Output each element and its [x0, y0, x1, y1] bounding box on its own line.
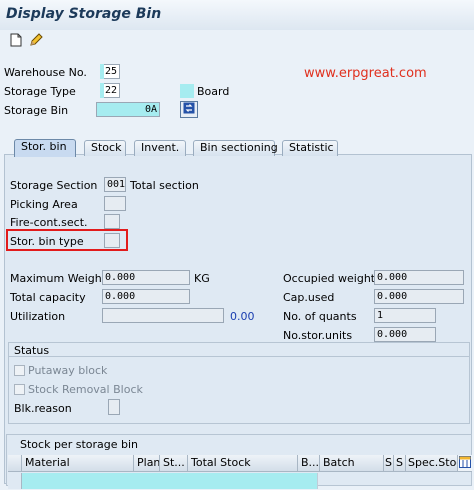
utilization-bar — [102, 308, 224, 323]
stock-grid-title: Stock per storage bin — [20, 438, 139, 451]
utilization-value: 0.00 — [230, 310, 255, 323]
storage-type-desc-swatch — [180, 84, 194, 98]
max-weight-label: Maximum Weight — [10, 272, 107, 285]
column-header-s1[interactable]: S — [384, 455, 394, 472]
storage-section-field: 001 — [104, 177, 126, 192]
tab-invent[interactable]: Invent. — [134, 140, 186, 156]
utilization-label: Utilization — [10, 310, 66, 323]
new-document-icon — [10, 33, 22, 50]
column-header-b[interactable]: B... — [298, 455, 320, 472]
occupied-weight-field: 0.000 — [374, 270, 464, 285]
navigate-button[interactable] — [180, 101, 198, 118]
picking-area-label: Picking Area — [10, 198, 78, 211]
row-selector-header[interactable] — [8, 455, 22, 472]
watermark-text: www.erpgreat.com — [304, 66, 427, 81]
tab-stor-bin[interactable]: Stor. bin — [14, 139, 76, 157]
blk-reason-field — [108, 399, 120, 415]
status-title: Status — [14, 344, 50, 357]
storage-type-field-marker — [100, 83, 104, 98]
column-header-s2[interactable]: S — [394, 455, 406, 472]
fire-cont-sect-label: Fire-cont.sect. — [10, 216, 88, 229]
new-document-button[interactable] — [8, 33, 24, 49]
max-weight-unit: KG — [194, 272, 210, 285]
num-quants-field: 1 — [374, 308, 436, 323]
putaway-block-checkbox[interactable] — [14, 365, 25, 376]
column-header-storage-location[interactable]: St... — [160, 455, 188, 472]
application-toolbar — [0, 30, 474, 54]
pencil-icon — [29, 32, 43, 50]
column-settings-button[interactable] — [458, 455, 472, 472]
highlight-box — [6, 229, 128, 251]
storage-section-label: Storage Section — [10, 179, 98, 192]
cap-used-field: 0.000 — [374, 289, 464, 304]
column-header-spec-stock[interactable]: Spec.Stock — [406, 455, 458, 472]
blk-reason-label: Blk.reason — [14, 402, 72, 415]
putaway-block-label: Putaway block — [28, 364, 108, 377]
stock-removal-block-label: Stock Removal Block — [28, 383, 143, 396]
fire-cont-sect-field — [104, 214, 120, 229]
page-title: Display Storage Bin — [6, 6, 162, 22]
num-stor-units-field: 0.000 — [374, 327, 436, 342]
table-settings-icon — [459, 455, 471, 471]
occupied-weight-label: Occupied weight — [283, 272, 376, 285]
total-capacity-field: 0.000 — [102, 289, 190, 304]
tab-statistic[interactable]: Statistic — [282, 140, 338, 156]
column-header-total-stock[interactable]: Total Stock — [188, 455, 298, 472]
column-header-plant[interactable]: Plant — [134, 455, 160, 472]
num-quants-label: No. of quants — [283, 310, 357, 323]
warehouse-field-marker — [100, 64, 104, 79]
storage-section-description: Total section — [130, 179, 199, 192]
storage-type-label: Storage Type — [4, 85, 76, 98]
total-capacity-label: Total capacity — [10, 291, 86, 304]
storage-bin-label: Storage Bin — [4, 104, 69, 117]
status-group-header — [8, 342, 470, 357]
edit-button[interactable] — [28, 32, 44, 50]
storage-bin-field[interactable]: 0A — [96, 102, 160, 117]
column-header-batch[interactable]: Batch — [320, 455, 384, 472]
cap-used-label: Cap.used — [283, 291, 335, 304]
picking-area-field — [104, 196, 126, 211]
tab-stock[interactable]: Stock — [84, 140, 126, 156]
max-weight-field: 0.000 — [102, 270, 190, 285]
column-header-material[interactable]: Material — [22, 455, 134, 472]
num-stor-units-label: No.stor.units — [283, 329, 353, 342]
refresh-navigate-icon — [183, 102, 195, 117]
row-selector[interactable] — [8, 473, 22, 489]
warehouse-label: Warehouse No. — [4, 66, 87, 79]
storage-type-description: Board — [197, 85, 230, 98]
stock-removal-block-checkbox[interactable] — [14, 384, 25, 395]
table-row[interactable] — [22, 473, 318, 489]
tab-bin-sectioning[interactable]: Bin sectioning — [193, 140, 278, 156]
